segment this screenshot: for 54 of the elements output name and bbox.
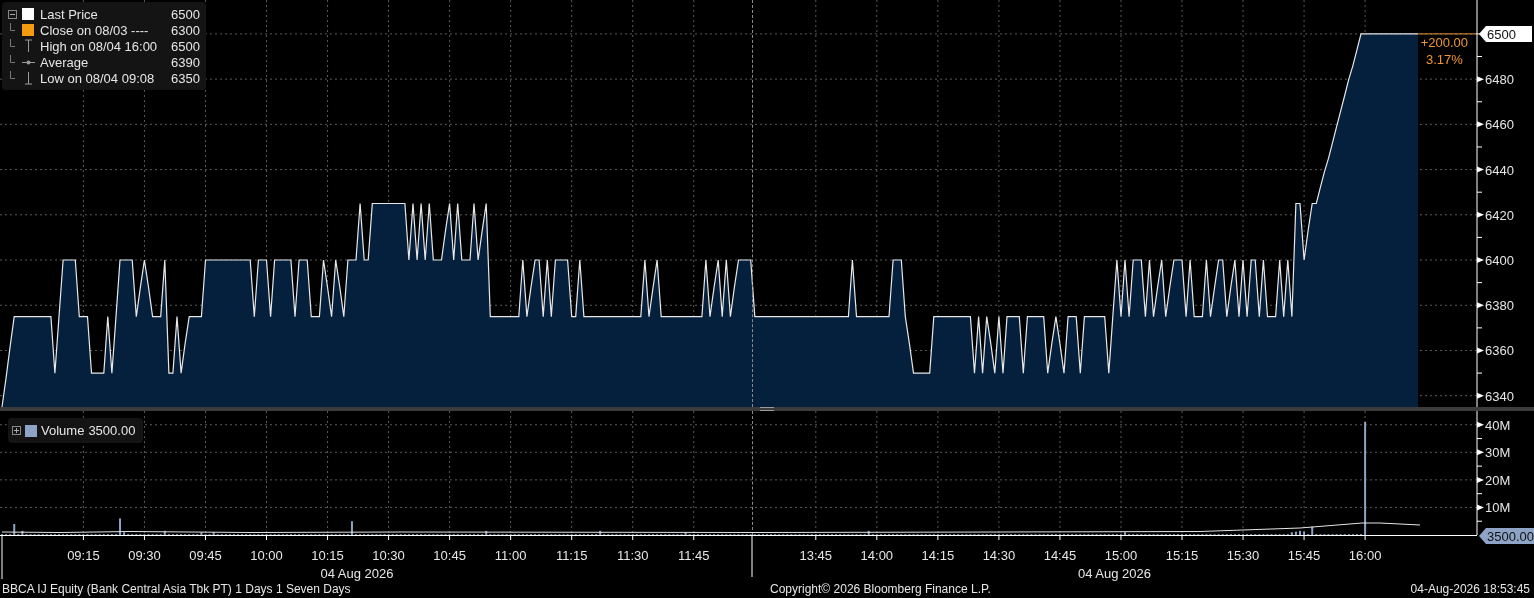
axis-label: 6380 — [1485, 298, 1514, 314]
axis-label: 40M — [1485, 417, 1511, 433]
last-volume-tag: 3500.00 — [1479, 528, 1534, 544]
axis-label: 6340 — [1485, 388, 1514, 404]
axis-label: 20M — [1485, 472, 1511, 488]
copyright-text: Copyright© 2026 Bloomberg Finance L.P. — [770, 582, 991, 596]
change-value: +200.00 — [1420, 35, 1468, 50]
time-label: 11:15 — [555, 548, 588, 563]
last-price-tag: 6500 — [1479, 25, 1532, 42]
axis-label: 30M — [1485, 445, 1511, 461]
legend-value: 6350 — [170, 70, 200, 86]
time-label: 14:45 — [1043, 548, 1077, 563]
time-label: 16:00 — [1348, 548, 1382, 563]
time-label: 14:30 — [982, 548, 1016, 563]
legend-value: 3500.00 — [88, 423, 136, 438]
time-label: 15:00 — [1104, 548, 1138, 563]
legend-value: 6500 — [170, 38, 200, 54]
time-label: 15:30 — [1226, 548, 1260, 563]
security-description: BBCA IJ Equity (Bank Central Asia Tbk PT) 1 Days 1 Seven Days — [1, 582, 352, 596]
time-label: 11:30 — [616, 548, 649, 563]
timestamp: 04-Aug-2026 18:53:45 — [1410, 582, 1531, 596]
axis-label: 6440 — [1485, 162, 1514, 178]
legend-value: 6500 — [170, 6, 200, 22]
time-label: 15:45 — [1287, 548, 1321, 563]
time-label: 10:30 — [372, 548, 405, 563]
date-label: 04 Aug 2026 — [320, 566, 394, 581]
legend-value: 6300 — [170, 22, 200, 38]
time-label: 14:15 — [921, 548, 955, 563]
legend-label: Last Price — [40, 6, 99, 22]
axis-label: 6460 — [1485, 117, 1514, 133]
axis-label: 6360 — [1485, 343, 1514, 359]
legend-label: High on 08/04 16:00 — [40, 38, 159, 54]
time-label: 15:15 — [1165, 548, 1199, 563]
legend-label: Low on 08/04 09:08 — [40, 70, 156, 86]
axis-label: 6420 — [1485, 207, 1514, 223]
date-label: 04 Aug 2026 — [1078, 566, 1151, 581]
axis-label: 6400 — [1485, 253, 1514, 269]
time-label: 13:45 — [799, 548, 833, 563]
axis-label: 6480 — [1485, 72, 1514, 88]
time-label: 09:45 — [189, 548, 222, 563]
time-label: 11:45 — [677, 548, 710, 563]
legend-value: 6390 — [170, 54, 200, 70]
time-label: 10:00 — [250, 548, 283, 563]
legend-label: Close on 08/03 ---- — [40, 22, 150, 38]
time-label: 10:15 — [311, 548, 344, 563]
axis-label: 10M — [1485, 500, 1511, 516]
legend-label: Volume — [41, 423, 85, 438]
change-percent: 3.17% — [1426, 52, 1463, 67]
time-label: 09:15 — [67, 548, 100, 563]
legend-label: Average — [40, 54, 90, 70]
time-label: 10:45 — [433, 548, 466, 563]
time-label: 14:00 — [860, 548, 894, 563]
time-label: 11:00 — [494, 548, 527, 563]
time-label: 09:30 — [128, 548, 161, 563]
